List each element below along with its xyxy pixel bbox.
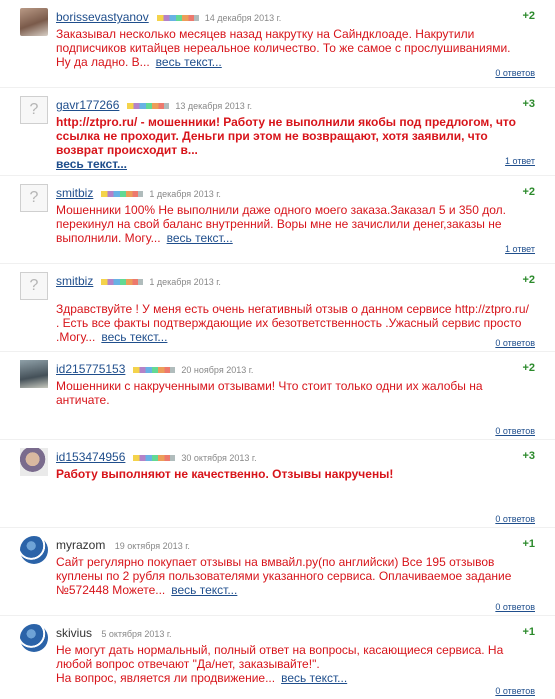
review-score: +3 [522, 98, 535, 110]
review-score: +2 [522, 362, 535, 374]
review-item: myrazom 19 октября 2013 г. +1 Сайт регул… [0, 528, 555, 616]
read-more-link[interactable]: весь текст... [281, 671, 347, 685]
avatar[interactable] [20, 448, 48, 476]
author-link[interactable]: id215775153 [56, 362, 125, 376]
avatar-placeholder-icon[interactable]: ? [20, 96, 48, 124]
review-date: 1 декабря 2013 г. [149, 189, 221, 199]
review-item: id215775153 20 ноября 2013 г. +2 Мошенник… [0, 352, 555, 440]
review-date: 20 ноября 2013 г. [181, 365, 254, 375]
review-header: smitbiz 1 декабря 2013 г. [56, 274, 221, 288]
author-link[interactable]: borissevastyanov [56, 10, 149, 24]
review-date: 14 декабря 2013 г. [204, 13, 282, 23]
review-item: skivius 5 октября 2013 г. +1 Не могут да… [0, 616, 555, 699]
review-text: Здравствуйте ! У меня есть очень негатив… [56, 302, 531, 344]
review-item: borissevastyanov 14 декабря 2013 г. +2 За… [0, 0, 555, 88]
review-text: Работу выполняют не качественно. Отзывы … [56, 467, 394, 481]
review-date: 19 октября 2013 г. [114, 541, 190, 551]
review-header: borissevastyanov 14 декабря 2013 г. [56, 10, 281, 24]
avatar-placeholder-icon[interactable]: ? [20, 272, 48, 300]
author-name[interactable]: skivius [56, 626, 92, 640]
avatar-placeholder-icon[interactable]: ? [20, 184, 48, 212]
answers-link[interactable]: 0 ответов [495, 686, 535, 696]
review-score: +2 [522, 10, 535, 22]
review-text-line: Ну да ладно. В... [56, 55, 150, 69]
rating-stars [101, 278, 144, 285]
author-link[interactable]: gavr177266 [56, 98, 119, 112]
answers-link[interactable]: 1 ответ [505, 244, 535, 254]
review-score: +1 [522, 626, 535, 638]
review-header: id215775153 20 ноября 2013 г. [56, 362, 253, 376]
review-item: ? gavr177266 13 декабря 2013 г. +3 http:/… [0, 88, 555, 176]
author-name[interactable]: myrazom [56, 538, 105, 552]
review-text-line: Сайт регулярно покупает отзывы на вмвайл… [56, 555, 512, 597]
review-text-line: Заказывал несколько месяцев назад накрут… [56, 27, 511, 55]
review-text-line: http://ztpro.ru/ - мошенники! Работу не … [56, 115, 516, 157]
review-header: skivius 5 октября 2013 г. [56, 626, 172, 640]
review-text: Мошенники 100% Не выполнили даже одного … [56, 203, 531, 245]
answers-link[interactable]: 0 ответов [495, 338, 535, 348]
author-link[interactable]: id153474956 [56, 450, 125, 464]
author-link[interactable]: smitbiz [56, 274, 93, 288]
answers-link[interactable]: 1 ответ [505, 156, 535, 166]
review-header: smitbiz 1 декабря 2013 г. [56, 186, 221, 200]
review-item: ? smitbiz 1 декабря 2013 г. +2 Мошенники … [0, 176, 555, 264]
review-header: myrazom 19 октября 2013 г. [56, 538, 190, 552]
read-more-link[interactable]: весь текст... [56, 157, 127, 171]
review-text: Мошенники с накрученными отзывами! Что с… [56, 379, 483, 407]
rating-stars [133, 454, 176, 461]
review-text-line: На вопрос, является ли продвижение... [56, 671, 276, 685]
avatar[interactable] [20, 8, 48, 36]
read-more-link[interactable]: весь текст... [167, 231, 233, 245]
review-date: 30 октября 2013 г. [181, 453, 257, 463]
author-link[interactable]: smitbiz [56, 186, 93, 200]
rating-stars [101, 190, 144, 197]
answers-link[interactable]: 0 ответов [495, 426, 535, 436]
read-more-link[interactable]: весь текст... [171, 583, 237, 597]
read-more-link[interactable]: весь текст... [156, 55, 222, 69]
answers-link[interactable]: 0 ответов [495, 602, 535, 612]
read-more-link[interactable]: весь текст... [101, 330, 167, 344]
rating-stars [156, 14, 199, 21]
webmoney-logo-icon[interactable] [20, 624, 48, 652]
rating-stars [133, 366, 176, 373]
review-text-line: Не могут дать нормальный, полный ответ н… [56, 643, 504, 671]
webmoney-logo-icon[interactable] [20, 536, 48, 564]
avatar[interactable] [20, 360, 48, 388]
review-header: gavr177266 13 декабря 2013 г. [56, 98, 252, 112]
rating-stars [127, 102, 170, 109]
review-score: +2 [522, 274, 535, 286]
answers-link[interactable]: 0 ответов [495, 68, 535, 78]
review-item: id153474956 30 октября 2013 г. +3 Работу … [0, 440, 555, 528]
review-date: 1 декабря 2013 г. [149, 277, 221, 287]
review-score: +2 [522, 186, 535, 198]
review-date: 13 декабря 2013 г. [175, 101, 252, 111]
review-score: +3 [522, 450, 535, 462]
review-date: 5 октября 2013 г. [101, 629, 172, 639]
review-score: +1 [522, 538, 535, 550]
review-text: http://ztpro.ru/ - мошенники! Работу не … [56, 115, 531, 171]
review-header: id153474956 30 октября 2013 г. [56, 450, 257, 464]
review-item: ? smitbiz 1 декабря 2013 г. +2 Здравствуй… [0, 264, 555, 352]
review-text-line: Мошенники 100% Не выполнили даже одного … [56, 203, 506, 245]
answers-link[interactable]: 0 ответов [495, 514, 535, 524]
review-text: Заказывал несколько месяцев назад накрут… [56, 27, 531, 69]
review-text: Сайт регулярно покупает отзывы на вмвайл… [56, 555, 531, 597]
review-text: Не могут дать нормальный, полный ответ н… [56, 643, 531, 685]
